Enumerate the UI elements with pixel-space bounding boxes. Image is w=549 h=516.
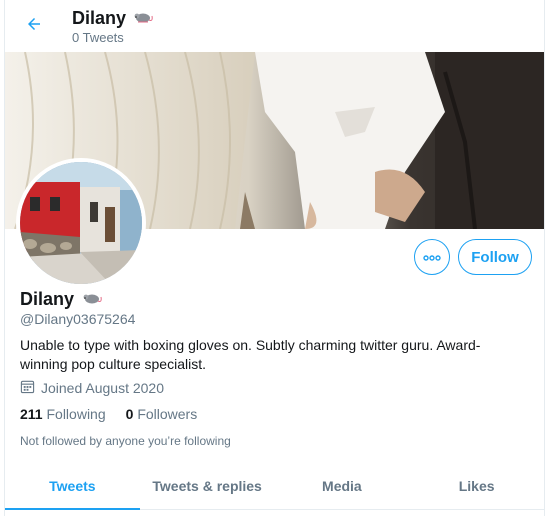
tweet-count: 0 Tweets <box>72 30 124 45</box>
follow-stats: 211 Following 0 Followers <box>20 406 197 422</box>
rat-icon <box>81 289 103 310</box>
not-followed-note: Not followed by anyone you’re following <box>20 434 231 448</box>
tab-tweets[interactable]: Tweets <box>5 462 140 510</box>
joined-label: Joined August 2020 <box>41 380 164 396</box>
joined-date: Joined August 2020 <box>20 379 164 397</box>
following-count: 211 <box>20 406 43 422</box>
following-link[interactable]: 211 Following <box>20 406 106 422</box>
more-options-button[interactable] <box>414 239 450 275</box>
profile-handle: @Dilany03675264 <box>20 311 136 327</box>
profile-name-row: Dilany <box>20 289 103 310</box>
profile-avatar[interactable] <box>16 158 146 288</box>
tab-tweets-replies[interactable]: Tweets & replies <box>140 462 275 509</box>
ellipsis-icon <box>423 248 441 266</box>
rat-icon <box>132 8 154 29</box>
profile-bio: Unable to type with boxing gloves on. Su… <box>20 337 481 372</box>
followers-count: 0 <box>125 406 134 422</box>
follow-button[interactable]: Follow <box>458 239 532 275</box>
followers-label: Followers <box>137 406 198 422</box>
back-button[interactable] <box>19 11 49 41</box>
profile-name: Dilany <box>20 289 75 309</box>
header-title: Dilany <box>72 8 154 29</box>
calendar-icon <box>20 379 35 397</box>
top-bar: Dilany 0 Tweets <box>5 0 544 52</box>
profile-page: Dilany 0 Tweets Follow Dilany @Dilany036… <box>4 0 545 516</box>
followers-link[interactable]: 0 Followers <box>126 406 198 422</box>
header-name: Dilany <box>72 8 127 28</box>
tab-media[interactable]: Media <box>275 462 410 509</box>
following-label: Following <box>46 406 106 422</box>
tab-likes[interactable]: Likes <box>409 462 544 509</box>
profile-tabs: Tweets Tweets & replies Media Likes <box>5 462 544 510</box>
arrow-left-icon <box>25 15 43 38</box>
